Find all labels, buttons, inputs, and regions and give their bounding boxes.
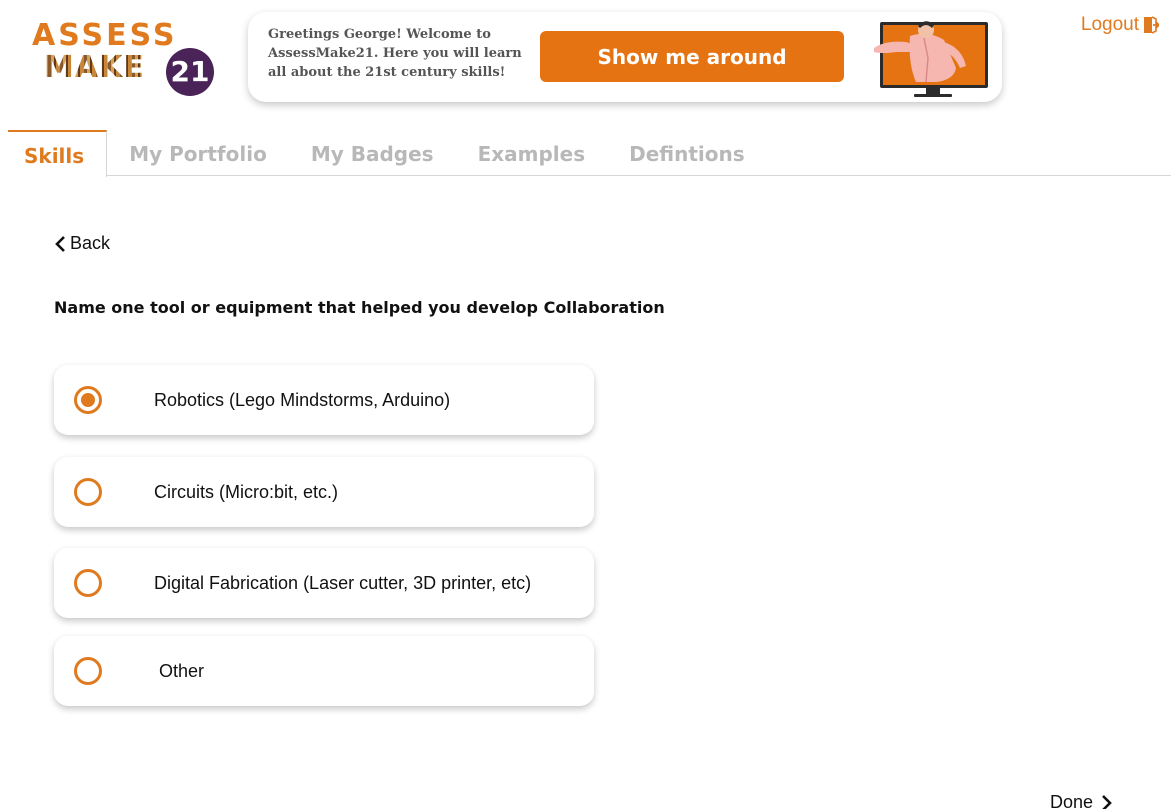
- tab-my-badges[interactable]: My Badges: [289, 130, 456, 176]
- logout-label: Logout: [1080, 14, 1139, 35]
- option-label: Digital Fabrication (Laser cutter, 3D pr…: [154, 573, 532, 593]
- radio-button-selected[interactable]: [74, 386, 102, 414]
- welcome-message: Greetings George! Welcome to AssessMake2…: [268, 27, 522, 80]
- option-digital-fabrication[interactable]: Digital Fabrication (Laser cutter, 3D pr…: [54, 548, 594, 618]
- option-robotics[interactable]: Robotics (Lego Mindstorms, Arduino): [54, 365, 594, 435]
- option-other[interactable]: Other: [54, 636, 594, 706]
- presenter-monitor-icon: [874, 21, 988, 97]
- option-label: Circuits (Micro:bit, etc.): [154, 482, 339, 502]
- logo-21-badge: 21: [166, 48, 214, 96]
- welcome-card: Greetings George! Welcome to AssessMake2…: [248, 12, 1002, 102]
- done-link[interactable]: Done: [1050, 792, 1113, 809]
- back-link[interactable]: Back: [54, 233, 110, 254]
- chevron-left-icon: [55, 235, 65, 252]
- question-text: Name one tool or equipment that helped y…: [54, 298, 665, 317]
- radio-button[interactable]: [74, 569, 102, 597]
- back-label: Back: [70, 233, 111, 253]
- radio-button[interactable]: [74, 478, 102, 506]
- app-logo[interactable]: ASSESS MAKE 21: [30, 18, 220, 100]
- option-label: Other: [154, 661, 205, 681]
- show-me-around-button[interactable]: Show me around: [540, 31, 844, 82]
- logo-make-text: MAKE: [44, 50, 145, 85]
- radio-button[interactable]: [74, 657, 102, 685]
- tab-definitions[interactable]: Defintions: [607, 130, 767, 176]
- logout-door-icon: [1144, 16, 1159, 34]
- main-tabs: Skills My Portfolio My Badges Examples D…: [8, 130, 1171, 177]
- done-label: Done: [1050, 792, 1094, 809]
- tab-skills[interactable]: Skills: [8, 130, 108, 177]
- option-circuits[interactable]: Circuits (Micro:bit, etc.): [54, 457, 594, 527]
- tab-my-portfolio[interactable]: My Portfolio: [107, 130, 289, 176]
- option-label: Robotics (Lego Mindstorms, Arduino): [154, 390, 451, 410]
- chevron-right-icon: [1102, 794, 1112, 809]
- logo-assess-text: ASSESS: [32, 18, 178, 53]
- tab-examples[interactable]: Examples: [456, 130, 608, 176]
- logout-link[interactable]: Logout: [1081, 14, 1159, 36]
